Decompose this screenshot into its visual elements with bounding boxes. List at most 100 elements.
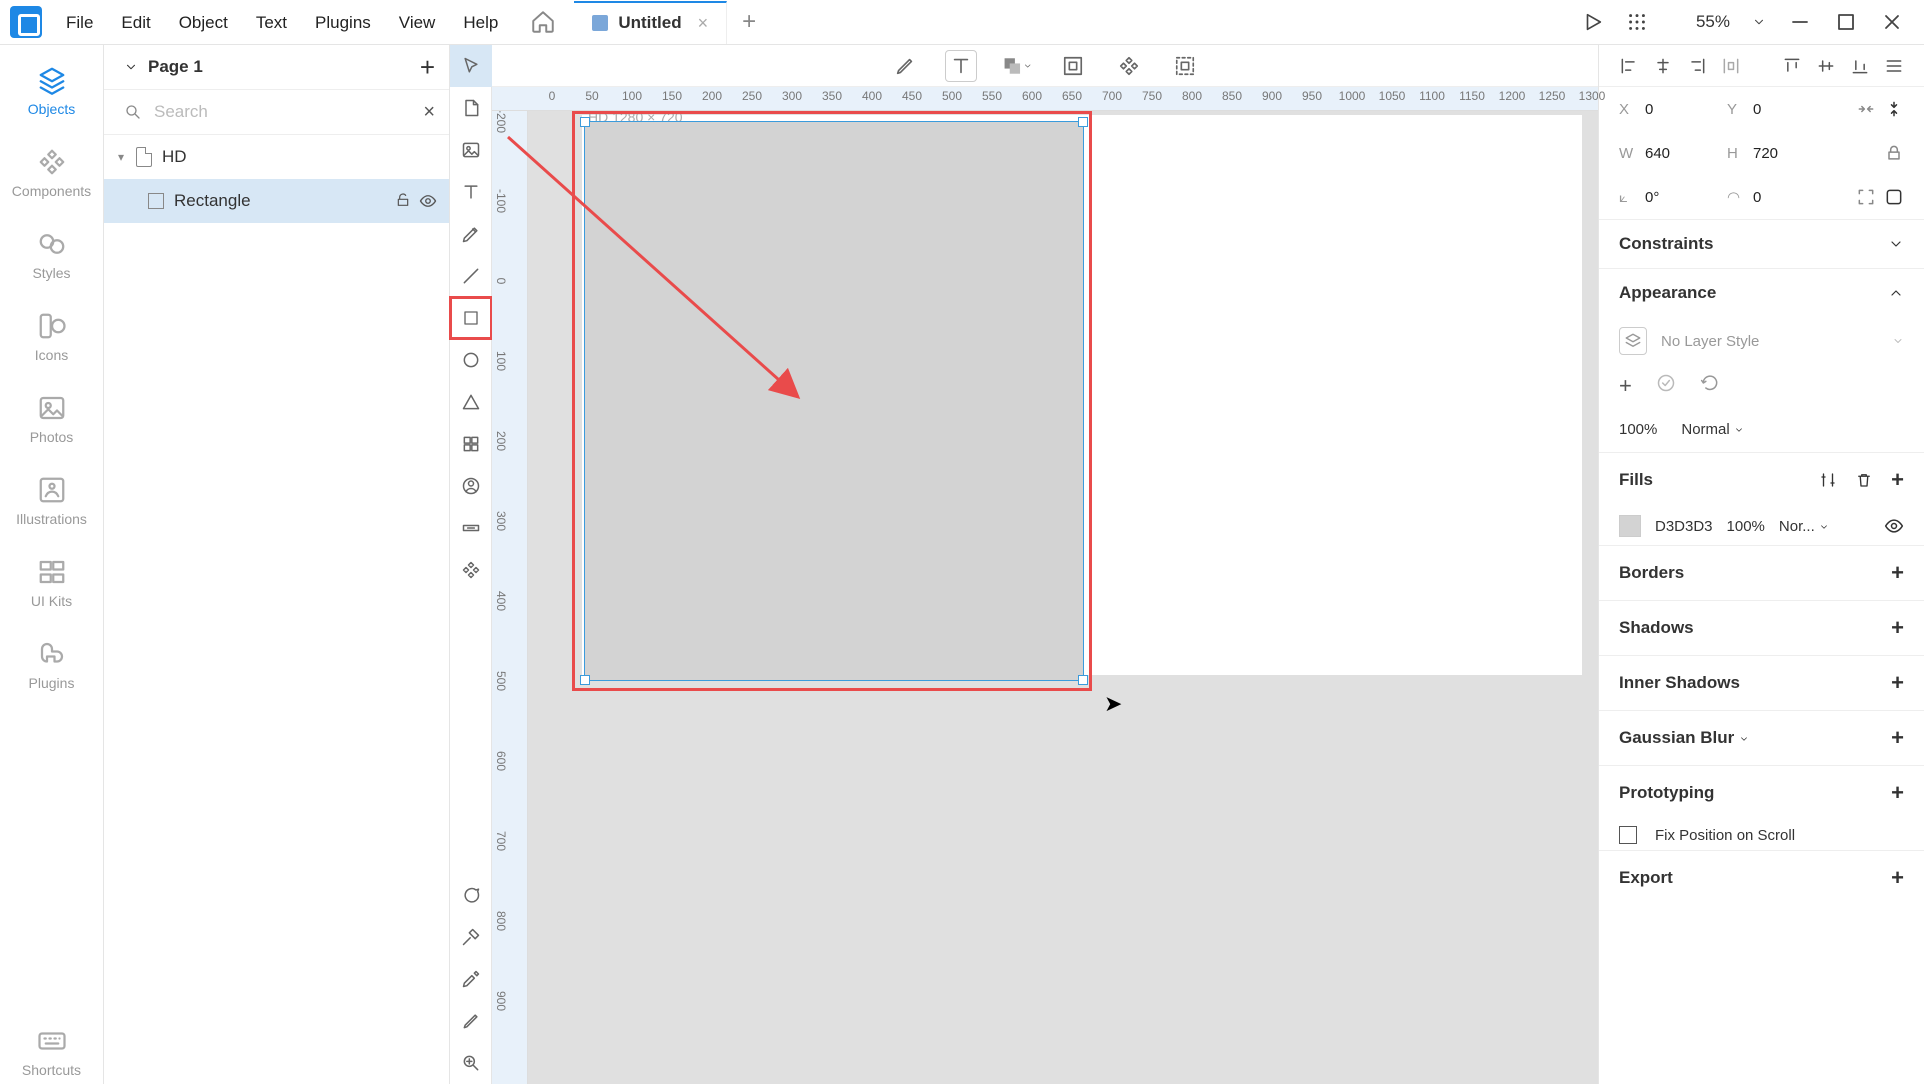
add-style-button[interactable]: +: [1619, 373, 1632, 399]
add-blur-button[interactable]: +: [1891, 725, 1904, 751]
clear-search-icon[interactable]: ×: [423, 101, 435, 124]
add-prototype-button[interactable]: +: [1891, 780, 1904, 806]
tool-image[interactable]: [450, 129, 492, 171]
more-align-icon[interactable]: [1884, 56, 1904, 76]
tool-avatar[interactable]: [450, 465, 492, 507]
apply-style-icon[interactable]: [1656, 373, 1676, 393]
tool-pen[interactable]: [450, 213, 492, 255]
resize-handle-br[interactable]: [1078, 675, 1088, 685]
tool-text[interactable]: [450, 171, 492, 213]
fill-swatch[interactable]: [1619, 515, 1641, 537]
grid-view-icon[interactable]: [1626, 11, 1648, 33]
flip-h-icon[interactable]: [1856, 99, 1876, 119]
constraints-section[interactable]: Constraints: [1599, 220, 1924, 268]
rotation-value[interactable]: 0°: [1645, 189, 1719, 206]
play-preview-icon[interactable]: [1582, 11, 1604, 33]
ct-boolean-button[interactable]: [1001, 50, 1033, 82]
add-shadow-button[interactable]: +: [1891, 615, 1904, 641]
document-tab[interactable]: Untitled ×: [574, 1, 727, 44]
align-left-icon[interactable]: [1619, 56, 1639, 76]
window-minimize-icon[interactable]: [1788, 10, 1812, 34]
tool-pencil[interactable]: [450, 1000, 492, 1042]
blend-mode[interactable]: Normal: [1681, 421, 1744, 438]
tool-artboard[interactable]: [450, 87, 492, 129]
layer-search-input[interactable]: [154, 102, 423, 122]
borders-section[interactable]: Borders +: [1599, 546, 1924, 600]
align-bottom-icon[interactable]: [1850, 56, 1870, 76]
zoom-chevron-down-icon[interactable]: [1752, 15, 1766, 29]
add-page-button[interactable]: +: [420, 52, 435, 83]
window-close-icon[interactable]: [1880, 10, 1904, 34]
menu-help[interactable]: Help: [449, 0, 512, 45]
tool-comment[interactable]: [450, 874, 492, 916]
fill-hex[interactable]: D3D3D3: [1655, 518, 1713, 535]
fill-opacity[interactable]: 100%: [1727, 518, 1765, 535]
delete-fill-icon[interactable]: [1855, 471, 1873, 489]
tool-button[interactable]: [450, 507, 492, 549]
fix-position-checkbox[interactable]: [1619, 826, 1637, 844]
tool-select[interactable]: [450, 45, 492, 87]
ct-component-button[interactable]: [1113, 50, 1145, 82]
opacity-value[interactable]: 100%: [1619, 421, 1657, 438]
add-fill-button[interactable]: +: [1891, 467, 1904, 493]
tool-rectangle[interactable]: [450, 297, 492, 339]
menu-edit[interactable]: Edit: [107, 0, 164, 45]
tool-line[interactable]: [450, 255, 492, 297]
add-inner-shadow-button[interactable]: +: [1891, 670, 1904, 696]
rail-styles[interactable]: Styles: [0, 223, 103, 287]
menu-plugins[interactable]: Plugins: [301, 0, 385, 45]
page-row[interactable]: Page 1 +: [104, 45, 449, 89]
align-center-v-icon[interactable]: [1816, 56, 1836, 76]
tool-grid[interactable]: [450, 423, 492, 465]
add-export-button[interactable]: +: [1891, 865, 1904, 891]
add-tab-button[interactable]: +: [727, 8, 771, 36]
ct-mask-button[interactable]: [1057, 50, 1089, 82]
tool-component-instance[interactable]: [450, 549, 492, 591]
rail-plugins[interactable]: Plugins: [0, 633, 103, 697]
rail-objects[interactable]: Objects: [0, 59, 103, 123]
clip-content-icon[interactable]: [1884, 187, 1904, 207]
rail-shortcuts[interactable]: Shortcuts: [0, 1020, 103, 1084]
zoom-level[interactable]: 55%: [1670, 12, 1730, 32]
independent-corners-icon[interactable]: [1856, 187, 1876, 207]
distribute-h-icon[interactable]: [1721, 56, 1741, 76]
lock-aspect-icon[interactable]: [1884, 143, 1904, 163]
appearance-section[interactable]: Appearance: [1599, 269, 1924, 317]
flip-v-icon[interactable]: [1884, 99, 1904, 119]
tool-slice[interactable]: [450, 916, 492, 958]
fill-visibility-icon[interactable]: [1884, 516, 1904, 536]
reset-style-icon[interactable]: [1700, 373, 1720, 393]
gaussian-blur-section[interactable]: Gaussian Blur +: [1599, 711, 1924, 765]
menu-file[interactable]: File: [52, 0, 107, 45]
y-value[interactable]: 0: [1753, 101, 1827, 118]
resize-handle-tl[interactable]: [580, 117, 590, 127]
rail-uikits[interactable]: UI Kits: [0, 551, 103, 615]
tool-zoom[interactable]: [450, 1042, 492, 1084]
tool-triangle[interactable]: [450, 381, 492, 423]
ct-text-button[interactable]: [945, 50, 977, 82]
horizontal-ruler[interactable]: 0501001502002503003504004505005506006507…: [492, 87, 1598, 111]
resize-handle-tr[interactable]: [1078, 117, 1088, 127]
rail-photos[interactable]: Photos: [0, 387, 103, 451]
tool-eyedropper[interactable]: [450, 958, 492, 1000]
selected-rectangle[interactable]: [584, 121, 1084, 681]
layer-rectangle[interactable]: Rectangle: [104, 179, 449, 223]
resize-handle-bl[interactable]: [580, 675, 590, 685]
canvas[interactable]: HD 1280 × 720 ➤: [528, 111, 1598, 1084]
tool-ellipse[interactable]: [450, 339, 492, 381]
prototyping-section[interactable]: Prototyping +: [1599, 766, 1924, 820]
fill-blend[interactable]: Nor...: [1779, 518, 1829, 535]
align-top-icon[interactable]: [1782, 56, 1802, 76]
shadows-section[interactable]: Shadows +: [1599, 601, 1924, 655]
rail-illustrations[interactable]: Illustrations: [0, 469, 103, 533]
app-logo-icon[interactable]: [10, 6, 42, 38]
document-tab-close-icon[interactable]: ×: [698, 13, 709, 34]
visibility-icon[interactable]: [419, 192, 437, 210]
add-border-button[interactable]: +: [1891, 560, 1904, 586]
rail-components[interactable]: Components: [0, 141, 103, 205]
menu-view[interactable]: View: [385, 0, 450, 45]
fill-settings-icon[interactable]: [1819, 471, 1837, 489]
layer-style-row[interactable]: No Layer Style: [1599, 317, 1924, 365]
vertical-ruler[interactable]: -200-1000100200300400500600700800900: [492, 111, 528, 1084]
ct-edit-button[interactable]: [889, 50, 921, 82]
